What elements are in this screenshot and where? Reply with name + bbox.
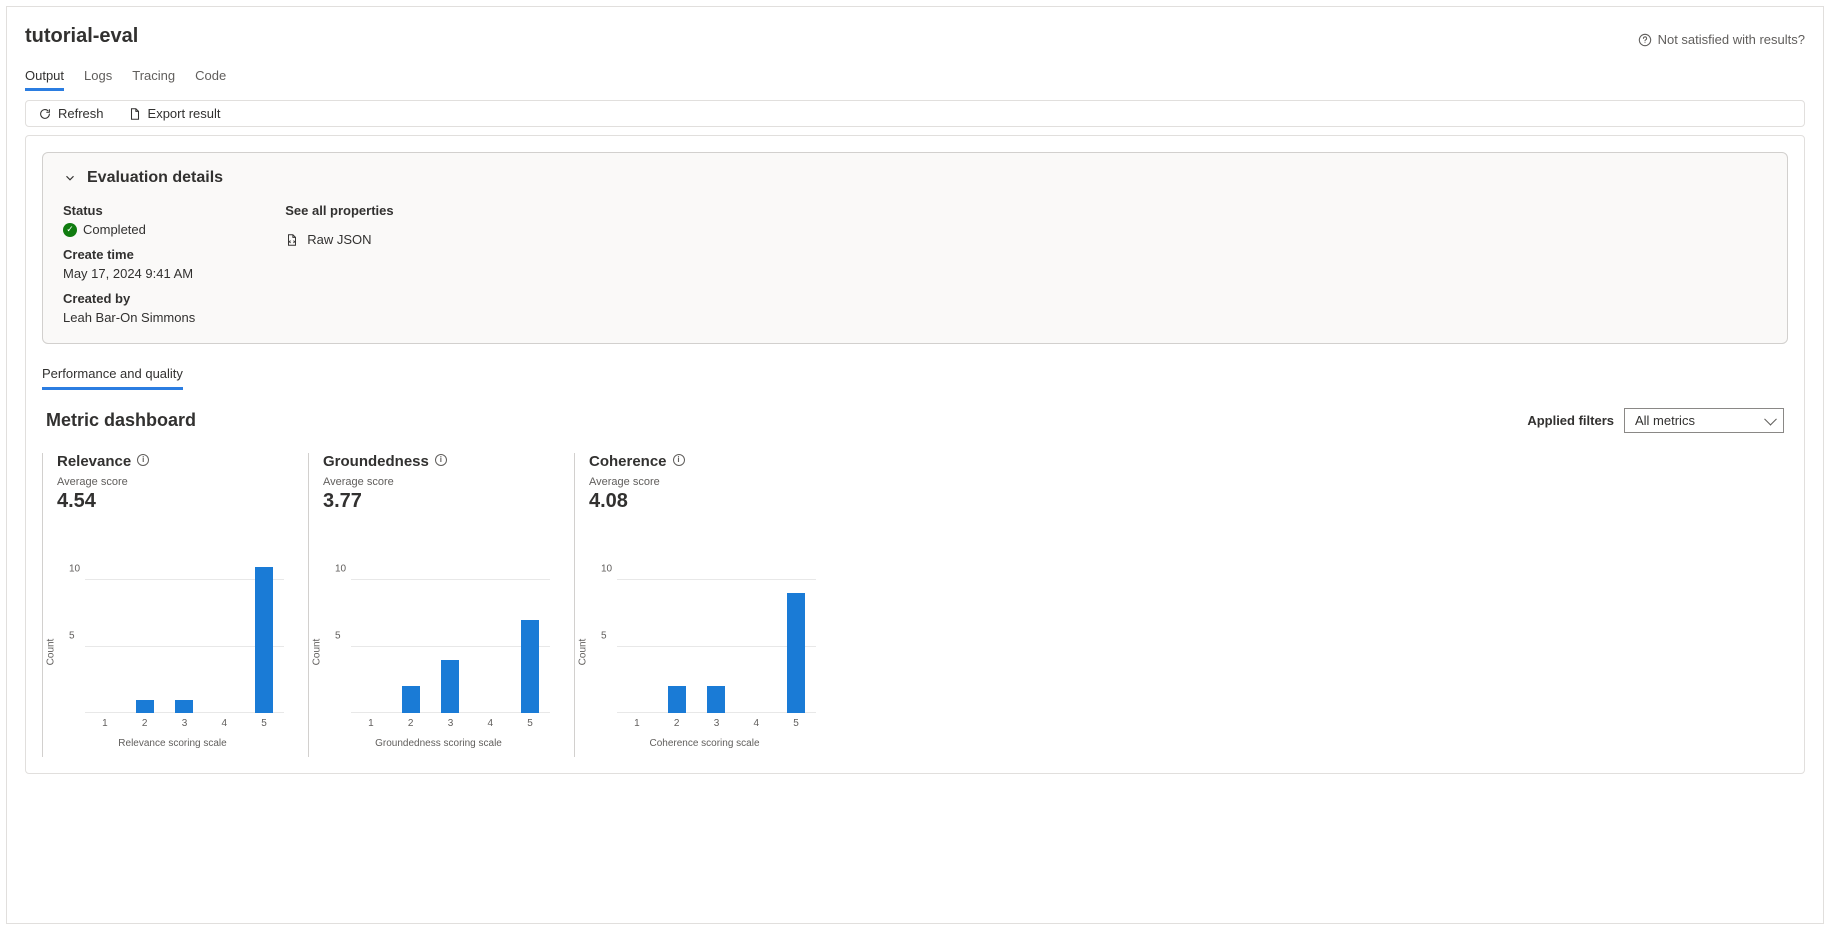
x-tick: 5 bbox=[776, 718, 816, 729]
metric-title: Coherencei bbox=[589, 453, 820, 470]
export-label: Export result bbox=[148, 106, 221, 121]
x-axis-label: Groundedness scoring scale bbox=[323, 738, 554, 749]
y-axis-label: Count bbox=[46, 639, 57, 666]
x-tick: 1 bbox=[617, 718, 657, 729]
status-text: Completed bbox=[83, 222, 146, 237]
metric-chart: Count51012345Groundedness scoring scale bbox=[323, 547, 554, 757]
refresh-icon bbox=[38, 107, 52, 121]
y-tick: 10 bbox=[69, 564, 80, 575]
raw-json-label: Raw JSON bbox=[307, 232, 371, 247]
tab-logs[interactable]: Logs bbox=[84, 62, 112, 91]
metric-chart: Count51012345Coherence scoring scale bbox=[589, 547, 820, 757]
tab-code[interactable]: Code bbox=[195, 62, 226, 91]
x-tick: 2 bbox=[391, 718, 431, 729]
metrics-filter-value: All metrics bbox=[1635, 413, 1695, 428]
x-tick: 3 bbox=[165, 718, 205, 729]
metrics-filter-select[interactable]: All metrics bbox=[1624, 408, 1784, 433]
create-time-value: May 17, 2024 9:41 AM bbox=[63, 266, 195, 281]
y-tick: 5 bbox=[69, 630, 75, 641]
chart-bar bbox=[787, 593, 805, 713]
x-tick: 5 bbox=[244, 718, 284, 729]
raw-json-link[interactable]: Raw JSON bbox=[285, 232, 393, 247]
y-axis-label: Count bbox=[578, 639, 589, 666]
info-icon[interactable]: i bbox=[673, 454, 685, 466]
toolbar: Refresh Export result bbox=[25, 100, 1805, 127]
dashboard-title: Metric dashboard bbox=[46, 410, 196, 431]
x-tick: 5 bbox=[510, 718, 550, 729]
feedback-text: Not satisfied with results? bbox=[1658, 32, 1805, 47]
average-score-value: 4.08 bbox=[589, 490, 820, 513]
details-header[interactable]: Evaluation details bbox=[63, 169, 1767, 187]
status-completed-icon: ✓ bbox=[63, 223, 77, 237]
x-tick: 3 bbox=[431, 718, 471, 729]
chart-bar bbox=[402, 686, 420, 713]
export-icon bbox=[128, 107, 142, 121]
info-icon[interactable]: i bbox=[137, 454, 149, 466]
refresh-button[interactable]: Refresh bbox=[38, 106, 104, 121]
x-tick: 3 bbox=[697, 718, 737, 729]
export-button[interactable]: Export result bbox=[128, 106, 221, 121]
status-label: Status bbox=[63, 203, 195, 218]
y-axis-label: Count bbox=[312, 639, 323, 666]
sub-tab-performance[interactable]: Performance and quality bbox=[42, 362, 183, 390]
chart-bar bbox=[175, 700, 193, 713]
chart-bar bbox=[668, 686, 686, 713]
x-tick: 4 bbox=[736, 718, 776, 729]
metric-card: Groundednessi Average score 3.77 Count 5 10 12… bbox=[308, 453, 554, 757]
json-file-icon bbox=[285, 233, 299, 247]
x-tick: 1 bbox=[351, 718, 391, 729]
average-score-value: 4.54 bbox=[57, 490, 288, 513]
metric-title: Groundednessi bbox=[323, 453, 554, 470]
y-tick: 5 bbox=[335, 630, 341, 641]
x-axis-label: Relevance scoring scale bbox=[57, 738, 288, 749]
metric-chart: Count51012345Relevance scoring scale bbox=[57, 547, 288, 757]
y-tick: 5 bbox=[601, 630, 607, 641]
chart-bar bbox=[441, 660, 459, 713]
details-title: Evaluation details bbox=[87, 169, 223, 187]
main-tabs: Output Logs Tracing Code bbox=[25, 62, 1805, 92]
x-tick: 2 bbox=[657, 718, 697, 729]
evaluation-details-panel: Evaluation details Status ✓ Completed Cr… bbox=[42, 152, 1788, 344]
see-all-properties-label: See all properties bbox=[285, 203, 393, 218]
chart-bar bbox=[255, 567, 273, 713]
x-axis-label: Coherence scoring scale bbox=[589, 738, 820, 749]
chart-bar bbox=[136, 700, 154, 713]
average-score-value: 3.77 bbox=[323, 490, 554, 513]
applied-filters-label: Applied filters bbox=[1527, 413, 1614, 428]
chart-bar bbox=[521, 620, 539, 713]
average-score-label: Average score bbox=[323, 476, 554, 488]
refresh-label: Refresh bbox=[58, 106, 104, 121]
help-icon bbox=[1638, 33, 1652, 47]
created-by-label: Created by bbox=[63, 291, 195, 306]
chevron-down-icon bbox=[63, 171, 77, 185]
x-tick: 4 bbox=[204, 718, 244, 729]
metric-card: CoherenceiAverage score4.08Count51012345… bbox=[574, 453, 820, 757]
status-value: ✓ Completed bbox=[63, 222, 195, 237]
y-tick: 10 bbox=[601, 564, 612, 575]
average-score-label: Average score bbox=[589, 476, 820, 488]
x-tick: 4 bbox=[470, 718, 510, 729]
create-time-label: Create time bbox=[63, 247, 195, 262]
page-title: tutorial-eval bbox=[25, 25, 138, 48]
info-icon[interactable]: i bbox=[435, 454, 447, 466]
y-tick: 10 bbox=[335, 564, 346, 575]
created-by-value: Leah Bar-On Simmons bbox=[63, 310, 195, 325]
average-score-label: Average score bbox=[57, 476, 288, 488]
content-area: Evaluation details Status ✓ Completed Cr… bbox=[25, 135, 1805, 774]
tab-output[interactable]: Output bbox=[25, 62, 64, 91]
x-tick: 2 bbox=[125, 718, 165, 729]
metric-title: Relevancei bbox=[57, 453, 288, 470]
feedback-link[interactable]: Not satisfied with results? bbox=[1638, 32, 1805, 47]
tab-tracing[interactable]: Tracing bbox=[132, 62, 175, 91]
x-tick: 1 bbox=[85, 718, 125, 729]
metric-card: RelevanceiAverage score4.54Count51012345… bbox=[42, 453, 288, 757]
chart-bar bbox=[707, 686, 725, 713]
